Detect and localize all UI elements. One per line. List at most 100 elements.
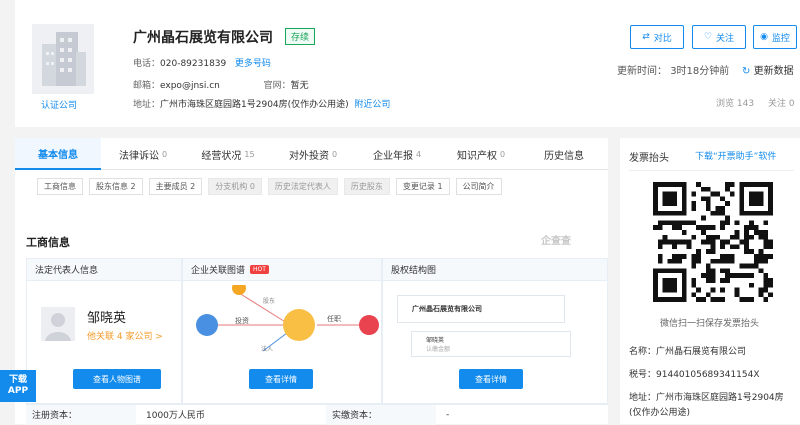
tab-basic-info[interactable]: 基本信息 xyxy=(15,138,101,170)
person-avatar-icon xyxy=(41,307,75,341)
nearby-companies-link[interactable]: 附近公司 xyxy=(354,100,390,110)
compare-label: 对比 xyxy=(653,33,672,44)
equity-holder-box[interactable]: 邹晓英 认缴金额 xyxy=(411,331,571,357)
legal-rep-name[interactable]: 邹晓英 xyxy=(87,307,126,326)
section-title: 工商信息 xyxy=(26,236,70,249)
panel-header: 法定代表人信息 xyxy=(27,259,181,281)
equity-structure-panel: 股权结构图 广州晶石展览有限公司 邹晓英 认缴金额 查看详情 xyxy=(382,258,608,404)
swap-icon: ⇄ xyxy=(642,32,650,42)
subtab-branches[interactable]: 分支机构 0 xyxy=(208,178,262,195)
more-phone-link[interactable]: 更多号码 xyxy=(235,59,271,69)
invoice-title-card: 发票抬头 下载“开票助手”软件 微信扫一扫保存发票抬头 名称：广州晶石展览有限公… xyxy=(620,138,800,424)
invoice-address-line: 地址：广州市海珠区庭园路1号2904房 xyxy=(629,390,784,403)
address-line: 地址：广州市海珠区庭园路1号2904房(仅作办公用途) 附近公司 xyxy=(133,97,390,110)
download-helper-link[interactable]: 下载“开票助手”软件 xyxy=(695,149,776,162)
edge-label-job: 任职 xyxy=(327,314,341,323)
tab-label: 经营状况 xyxy=(201,150,242,162)
subtab-members[interactable]: 主要成员 2 xyxy=(148,178,203,195)
app-label-1: 下载 xyxy=(8,375,27,385)
graph-node-right xyxy=(359,315,379,335)
tab-count: 15 xyxy=(244,149,255,159)
eye-icon: ◉ xyxy=(760,32,768,42)
email-value[interactable]: expo@jnsi.cn xyxy=(160,81,220,91)
graph-node-center xyxy=(283,309,315,341)
invoice-name-label: 名称： xyxy=(629,347,657,357)
paid-capital-label: 实缴资本： xyxy=(326,404,436,425)
related-companies-link[interactable]: 他关联 4 家公司 > xyxy=(87,329,163,342)
follow-button[interactable]: ♡ 关注 xyxy=(692,25,746,49)
view-graph-details-button[interactable]: 查看详情 xyxy=(249,369,313,389)
refresh-data-link[interactable]: ↻ 更新数据 xyxy=(742,62,794,77)
edge-label-invest: 投资 xyxy=(235,316,249,325)
tab-count: 0 xyxy=(161,149,168,159)
monitor-button[interactable]: ◉ 监控 xyxy=(753,25,797,49)
tab-annual-report[interactable]: 企业年报 4 xyxy=(355,138,439,170)
status-badge: 存续 xyxy=(285,28,316,45)
subtab-business-info[interactable]: 工商信息 xyxy=(37,178,83,195)
tab-count: 0 xyxy=(499,149,506,159)
tab-history[interactable]: 历史信息 xyxy=(523,138,605,170)
follows-label: 关注 xyxy=(768,99,787,109)
follows-value: 0 xyxy=(788,99,795,109)
certified-company-link[interactable]: 认证公司 xyxy=(41,98,77,111)
edge-label-b: 法人 xyxy=(261,345,273,353)
main-tabs: 基本信息 法律诉讼 0 经营状况 15 对外投资 0 企业年报 4 知识产权 0 历史信息 xyxy=(15,138,608,170)
view-count: 浏览 143 xyxy=(716,96,754,109)
subtab-history-shareholders[interactable]: 历史股东 xyxy=(343,178,390,195)
legal-rep-panel: 法定代表人信息 邹晓英 他关联 4 家公司 > 查看人物图谱 xyxy=(26,258,182,404)
follow-count: 关注 0 xyxy=(768,96,795,109)
view-equity-details-button[interactable]: 查看详情 xyxy=(459,369,523,389)
tab-investment[interactable]: 对外投资 0 xyxy=(271,138,355,170)
tab-label: 对外投资 xyxy=(288,150,329,162)
update-label: 更新时间： xyxy=(617,66,667,77)
tab-count: 0 xyxy=(331,149,338,159)
panel-title: 股权结构图 xyxy=(391,266,437,276)
relation-graph[interactable]: 投资 任职 股东 法人 xyxy=(183,285,383,371)
tab-label: 知识产权 xyxy=(456,150,497,162)
divider xyxy=(629,170,794,171)
capital-value: 1000万人民币 xyxy=(146,411,205,421)
refresh-label: 更新数据 xyxy=(753,66,794,77)
table-row: 注册资本： 1000万人民币 实缴资本： - xyxy=(26,404,608,425)
email-label: 邮箱： xyxy=(133,81,161,91)
tab-operations[interactable]: 经营状况 15 xyxy=(185,138,271,170)
equity-company-name: 广州晶石展览有限公司 xyxy=(412,305,482,313)
heart-icon: ♡ xyxy=(703,32,713,42)
compare-button[interactable]: ⇄ 对比 xyxy=(630,25,684,49)
phone-value: 020-89231839 xyxy=(160,59,227,69)
subtab-history-legal-rep[interactable]: 历史法定代表人 xyxy=(267,178,338,195)
invoice-name-line: 名称：广州晶石展览有限公司 xyxy=(629,344,746,357)
relation-graph-panel: 企业关联图谱 HOT 投资 任职 股东 法人 查看详情 xyxy=(182,258,382,404)
views-value: 143 xyxy=(736,99,755,109)
subtab-shareholders[interactable]: 股东信息 2 xyxy=(89,178,143,195)
update-value: 3时18分钟前 xyxy=(670,66,730,77)
company-header-card: 认证公司 广州晶石展览有限公司 存续 电话：020-89231839 更多号码 … xyxy=(15,0,800,127)
equity-holder-name: 邹晓英 xyxy=(426,337,445,344)
website-value: 暂无 xyxy=(290,81,309,91)
invoice-address-value-2: (仅作办公用途) xyxy=(629,408,691,418)
address-label: 地址： xyxy=(133,100,161,110)
subtab-change-records[interactable]: 变更记录 1 xyxy=(395,178,450,195)
graph-node-top xyxy=(232,285,246,295)
tab-label: 基本信息 xyxy=(38,149,78,161)
invoice-address-label: 地址： xyxy=(629,393,657,403)
capital-label: 注册资本： xyxy=(26,404,136,425)
edge-label-a: 股东 xyxy=(263,297,275,305)
view-person-graph-button[interactable]: 查看人物图谱 xyxy=(73,369,161,389)
sub-tabs: 工商信息 股东信息 2 主要成员 2 分支机构 0 历史法定代表人 历史股东 变… xyxy=(37,178,502,195)
download-app-button[interactable]: 下载 APP xyxy=(0,370,36,402)
address-value: 广州市海珠区庭园路1号2904房(仅作办公用途) xyxy=(160,100,349,110)
qr-code-icon[interactable] xyxy=(653,182,773,302)
building-icon xyxy=(42,32,86,86)
follow-label: 关注 xyxy=(716,33,735,44)
tab-ip[interactable]: 知识产权 0 xyxy=(439,138,523,170)
subtab-company-profile[interactable]: 公司简介 xyxy=(455,178,502,195)
invoice-name-value: 广州晶石展览有限公司 xyxy=(656,347,747,357)
company-logo xyxy=(32,24,94,94)
monitor-label: 监控 xyxy=(771,33,790,44)
main-content-card: 基本信息 法律诉讼 0 经营状况 15 对外投资 0 企业年报 4 知识产权 0 历史信息… xyxy=(15,138,608,425)
tab-legal[interactable]: 法律诉讼 0 xyxy=(101,138,185,170)
equity-company-box[interactable]: 广州晶石展览有限公司 xyxy=(397,295,565,323)
update-time: 更新时间： 3时18分钟前 xyxy=(617,62,729,77)
paid-capital-value: - xyxy=(446,409,450,420)
